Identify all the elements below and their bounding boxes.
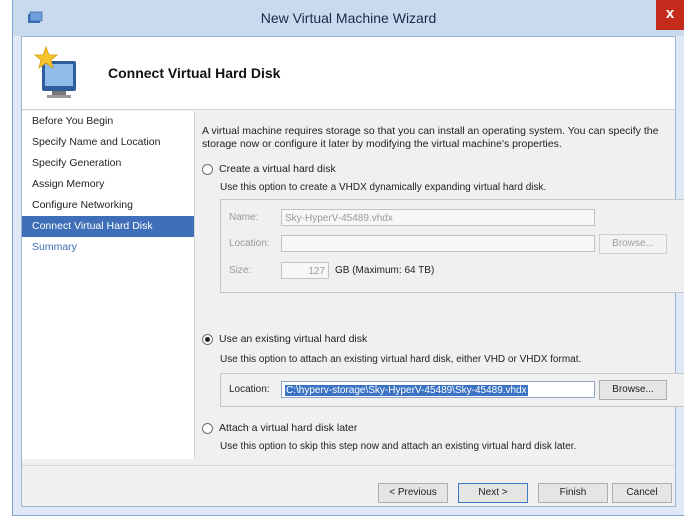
nav-item-specify-generation[interactable]: Specify Generation (22, 153, 194, 174)
create-location-label: Location: (229, 238, 270, 249)
page-description: A virtual machine requires storage so th… (202, 125, 659, 150)
wizard-window: New Virtual Machine Wizard x Connect Vir… (12, 0, 684, 516)
name-label: Name: (229, 212, 259, 223)
wizard-client-area: Connect Virtual Hard Disk Before You Beg… (21, 36, 684, 507)
nav-divider (194, 111, 195, 459)
attach-later-description: Use this option to skip this step now an… (220, 441, 577, 452)
existing-vhd-option[interactable]: Use an existing virtual hard disk (202, 333, 367, 345)
next-button[interactable]: Next > (458, 483, 528, 503)
nav-item-configure-networking[interactable]: Configure Networking (22, 195, 194, 216)
footer-divider (22, 465, 675, 466)
existing-browse-button[interactable]: Browse... (599, 380, 667, 400)
close-button[interactable]: x (656, 0, 684, 30)
size-label: Size: (229, 265, 252, 276)
finish-button[interactable]: Finish (538, 483, 608, 503)
create-vhd-option[interactable]: Create a virtual hard disk (202, 163, 336, 175)
nav-item-summary[interactable]: Summary (22, 237, 194, 258)
nav-item-assign-memory[interactable]: Assign Memory (22, 174, 194, 195)
attach-later-radio[interactable] (202, 422, 213, 434)
existing-vhd-radio[interactable] (202, 333, 213, 345)
previous-button[interactable]: < Previous (378, 483, 448, 503)
create-vhd-group: Name: Sky-HyperV-45489.vhdx Location: Br… (220, 199, 684, 293)
attach-later-label: Attach a virtual hard disk later (219, 422, 358, 434)
existing-location-input[interactable]: C:\hyperv-storage\Sky-HyperV-45489\Sky-4… (281, 381, 595, 398)
window-title: New Virtual Machine Wizard (260, 10, 437, 26)
nav-item-specify-name-location[interactable]: Specify Name and Location (22, 132, 194, 153)
size-input[interactable]: 127 (281, 262, 329, 279)
nav-item-connect-virtual-hard-disk[interactable]: Connect Virtual Hard Disk (22, 216, 194, 237)
title-bar[interactable]: New Virtual Machine Wizard x (13, 0, 684, 36)
wizard-steps-nav: Before You Begin Specify Name and Locati… (22, 111, 194, 459)
attach-later-option[interactable]: Attach a virtual hard disk later (202, 422, 357, 434)
page-title: Connect Virtual Hard Disk (108, 65, 281, 81)
vhd-name-input[interactable]: Sky-HyperV-45489.vhdx (281, 209, 595, 226)
existing-location-label: Location: (229, 384, 270, 395)
cancel-button[interactable]: Cancel (612, 483, 672, 503)
wizard-header: Connect Virtual Hard Disk (22, 37, 675, 110)
existing-vhd-group: Location: C:\hyperv-storage\Sky-HyperV-4… (220, 373, 684, 407)
create-vhd-label: Create a virtual hard disk (219, 163, 336, 175)
create-vhd-description: Use this option to create a VHDX dynamic… (220, 182, 547, 193)
create-location-input[interactable] (281, 235, 595, 252)
wizard-content: A virtual machine requires storage so th… (202, 111, 684, 459)
existing-vhd-description: Use this option to attach an existing vi… (220, 354, 582, 365)
create-vhd-radio[interactable] (202, 163, 213, 175)
create-browse-button[interactable]: Browse... (599, 234, 667, 254)
size-unit-label: GB (Maximum: 64 TB) (335, 265, 435, 276)
new-vm-wizard-icon (33, 45, 76, 98)
existing-location-value: C:\hyperv-storage\Sky-HyperV-45489\Sky-4… (285, 385, 528, 396)
existing-vhd-label: Use an existing virtual hard disk (219, 333, 368, 345)
nav-item-before-you-begin[interactable]: Before You Begin (22, 111, 194, 132)
